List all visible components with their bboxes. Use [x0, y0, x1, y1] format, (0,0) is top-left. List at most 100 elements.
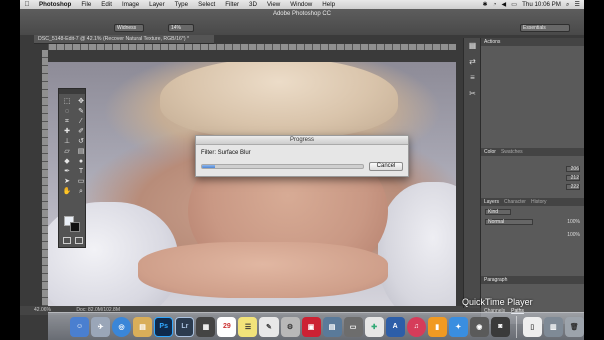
document-icon[interactable]: ▯: [522, 316, 542, 337]
bluetooth-icon[interactable]: ✱: [483, 1, 488, 8]
app-store-icon-2[interactable]: ✦: [448, 316, 468, 337]
panel-icon-strip: ▦ ⇄ ≡ ✂: [463, 38, 480, 308]
menu-image[interactable]: Image: [117, 1, 144, 8]
cancel-button[interactable]: Cancel: [369, 162, 403, 171]
properties-panel-icon[interactable]: ≡: [464, 70, 481, 86]
brush-panel-icon[interactable]: ✂: [464, 86, 481, 102]
screen-mode-icon[interactable]: [75, 237, 83, 244]
spotlight-icon[interactable]: ⌕: [566, 1, 569, 9]
move-tool-icon[interactable]: ✥: [75, 97, 87, 106]
blend-mode-select[interactable]: Normal: [485, 219, 533, 225]
screenshot-icon[interactable]: ▭: [343, 316, 363, 337]
notes-icon[interactable]: ☰: [238, 316, 258, 337]
healing-brush-tool-icon[interactable]: ✚: [61, 127, 73, 136]
document-tab[interactable]: DSC_5148-Edit-7 @ 42.1% (Recover Natural…: [34, 35, 214, 44]
opacity-value[interactable]: 100%: [567, 219, 580, 225]
mode-select[interactable]: Widness: [114, 24, 144, 32]
camera-icon[interactable]: ◙: [490, 316, 510, 337]
clone-stamp-tool-icon[interactable]: ⊥: [61, 137, 73, 146]
tab-character[interactable]: Character: [504, 198, 526, 206]
color-b-value[interactable]: 222: [566, 184, 580, 190]
window-title: Adobe Photoshop CC: [272, 11, 332, 17]
type-tool-icon[interactable]: T: [75, 167, 87, 176]
dock-separator: [515, 315, 517, 338]
eraser-tool-icon[interactable]: ▱: [61, 147, 73, 156]
color-g-value[interactable]: 212: [566, 175, 580, 181]
launchpad-icon[interactable]: ✈: [91, 316, 111, 337]
textedit-icon[interactable]: ✎: [259, 316, 279, 337]
menu-file[interactable]: File: [76, 1, 96, 8]
ruler-horizontal[interactable]: [48, 44, 456, 50]
menu-edit[interactable]: Edit: [96, 1, 117, 8]
menu-window[interactable]: Window: [285, 1, 317, 8]
clock[interactable]: Thu 10:06 PM: [522, 1, 561, 8]
photoshop-icon[interactable]: Ps: [154, 316, 174, 337]
itunes-icon[interactable]: ♫: [406, 316, 426, 337]
crop-tool-icon[interactable]: ⌗: [61, 117, 73, 126]
layer-kind-filter[interactable]: Kind: [485, 209, 511, 215]
brush-tool-icon[interactable]: ✐: [75, 127, 87, 136]
tab-layers[interactable]: Layers: [484, 198, 499, 206]
quicktime-player-icon[interactable]: ◉: [469, 316, 489, 337]
marquee-tool-icon[interactable]: ⬚: [61, 97, 73, 106]
hand-tool-icon[interactable]: ✋: [61, 187, 73, 196]
wifi-icon[interactable]: ◔: [493, 1, 497, 8]
workspace-select[interactable]: Essentials: [520, 24, 570, 32]
document-canvas[interactable]: [48, 62, 456, 306]
adjustments-panel-icon[interactable]: ⇄: [464, 54, 481, 70]
trash-icon[interactable]: 🗑: [564, 316, 584, 337]
battery-icon[interactable]: ▭: [511, 1, 517, 8]
app-store-icon[interactable]: A: [385, 316, 405, 337]
menu-view[interactable]: View: [262, 1, 285, 8]
shape-tool-icon[interactable]: ▭: [75, 177, 87, 186]
gradient-tool-icon[interactable]: ▤: [75, 147, 87, 156]
progress-bar: [201, 164, 364, 169]
history-brush-tool-icon[interactable]: ↺: [75, 137, 87, 146]
history-panel-icon[interactable]: ▦: [464, 38, 481, 54]
quick-select-tool-icon[interactable]: ✎: [75, 107, 87, 116]
lightroom-icon[interactable]: Lr: [175, 316, 195, 337]
tab-color[interactable]: Color: [484, 148, 496, 156]
maps-icon[interactable]: ✚: [364, 316, 384, 337]
film-icon[interactable]: ▦: [196, 316, 216, 337]
ibooks-icon[interactable]: ▮: [427, 316, 447, 337]
layers-panel-body: Kind Normal 100% 100%: [481, 206, 584, 276]
menu-3d[interactable]: 3D: [244, 1, 262, 8]
safari-icon[interactable]: ◎: [112, 316, 132, 337]
menu-type[interactable]: Type: [170, 1, 193, 8]
menu-layer[interactable]: Layer: [144, 1, 169, 8]
pen-tool-icon[interactable]: ✒: [61, 167, 73, 176]
menu-filter[interactable]: Filter: [220, 1, 244, 8]
downloads-stack-icon[interactable]: ▥: [543, 316, 563, 337]
calendar-icon[interactable]: 29: [217, 316, 237, 337]
notification-center-icon[interactable]: ☰: [574, 1, 580, 8]
menu-help[interactable]: Help: [317, 1, 340, 8]
image-capture-icon[interactable]: ▤: [322, 316, 342, 337]
system-preferences-icon[interactable]: ⚙: [280, 316, 300, 337]
photo-knit-hat: [160, 62, 398, 138]
dodge-tool-icon[interactable]: ●: [75, 157, 87, 166]
actions-panel-body[interactable]: [481, 46, 584, 148]
background-color-swatch[interactable]: [70, 222, 80, 232]
tab-swatches[interactable]: Swatches: [501, 148, 523, 156]
fill-value[interactable]: 100%: [567, 232, 580, 238]
lasso-tool-icon[interactable]: ◌: [61, 107, 73, 116]
zoom-tool-icon[interactable]: ⌕: [75, 187, 87, 196]
tab-actions[interactable]: Actions: [484, 38, 500, 46]
apple-menu-icon[interactable]: : [20, 1, 34, 8]
blur-tool-icon[interactable]: ◆: [61, 157, 73, 166]
value-field[interactable]: 14%: [168, 24, 194, 32]
photo-baby-hands: [138, 242, 388, 298]
quick-mask-icon[interactable]: [63, 237, 71, 244]
menu-select[interactable]: Select: [193, 1, 220, 8]
color-r-value[interactable]: 206: [566, 166, 580, 172]
finder-icon[interactable]: ☺: [70, 316, 90, 337]
eyedropper-tool-icon[interactable]: ⁄: [75, 117, 87, 126]
tab-paragraph[interactable]: Paragraph: [484, 276, 507, 284]
menu-app-photoshop[interactable]: Photoshop: [34, 1, 76, 8]
path-select-tool-icon[interactable]: ➤: [61, 177, 73, 186]
volume-icon[interactable]: ◀: [501, 1, 506, 8]
preview-icon[interactable]: ▤: [133, 316, 153, 337]
photobooth-icon[interactable]: ▣: [301, 316, 321, 337]
tab-history[interactable]: History: [531, 198, 547, 206]
